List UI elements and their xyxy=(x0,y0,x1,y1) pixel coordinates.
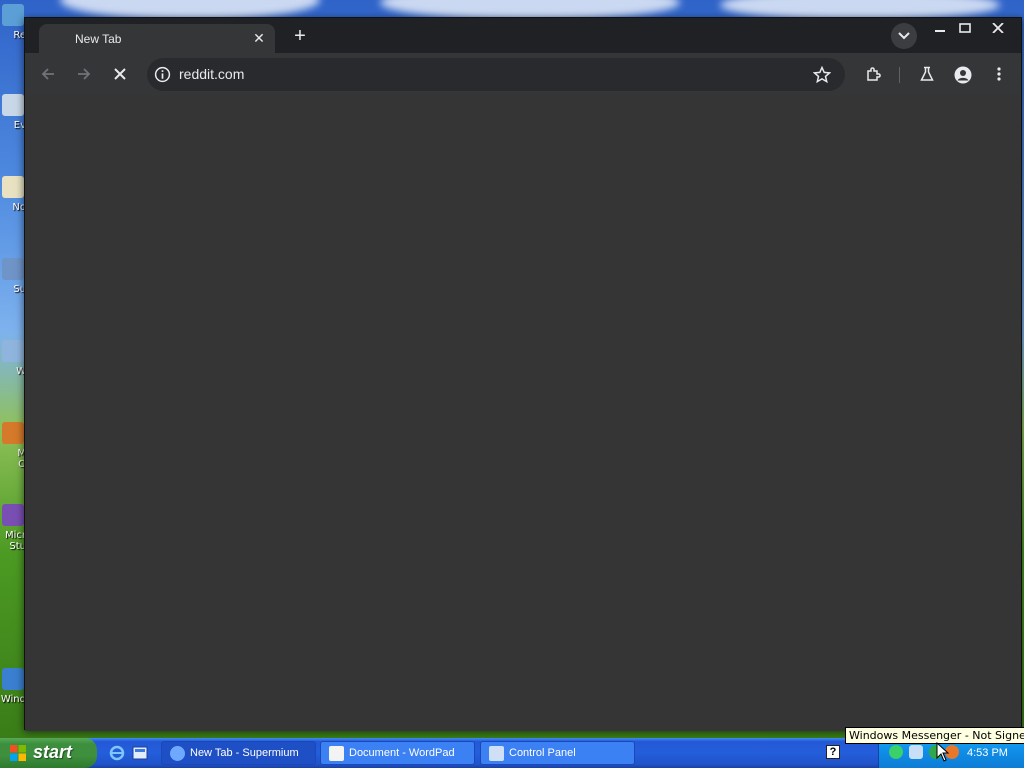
tab-title: New Tab xyxy=(75,32,122,46)
supermium-icon xyxy=(170,746,185,761)
desktop-icon-5[interactable]: W xyxy=(0,340,26,377)
windows-logo-icon xyxy=(10,745,26,761)
stop-icon xyxy=(114,68,126,80)
star-icon[interactable] xyxy=(813,66,831,84)
extensions-icon xyxy=(867,67,881,81)
page-content[interactable] xyxy=(25,95,1021,731)
menu-button[interactable] xyxy=(987,62,1011,86)
start-button[interactable]: start xyxy=(0,738,97,768)
menu-icon xyxy=(997,67,1001,81)
show-desktop-icon[interactable] xyxy=(131,744,149,762)
app-icon xyxy=(2,340,24,362)
address-bar[interactable]: reddit.com xyxy=(147,58,845,91)
close-icon xyxy=(992,22,1004,34)
start-label: start xyxy=(33,742,73,762)
mouse-cursor-icon xyxy=(936,742,950,762)
tray-tooltip: Windows Messenger - Not Signed In xyxy=(845,727,1024,744)
profile-icon xyxy=(954,66,972,84)
back-icon xyxy=(41,68,54,80)
app-icon xyxy=(2,258,24,280)
labs-icon xyxy=(920,66,934,81)
browser-window: New Tab ✕ + reddit.com xyxy=(24,17,1022,731)
app-icon xyxy=(2,422,24,444)
new-tab-button[interactable]: + xyxy=(287,26,313,48)
app-icon xyxy=(2,94,24,116)
desktop-icon-recycle-bin[interactable]: Re xyxy=(0,4,26,41)
notepad-icon xyxy=(2,176,24,198)
stop-button[interactable] xyxy=(108,62,132,86)
address-text[interactable]: reddit.com xyxy=(179,66,244,82)
tab-strip: New Tab ✕ + xyxy=(25,18,1021,53)
tab-search-button[interactable] xyxy=(891,23,917,49)
desktop-icon-4[interactable]: Su xyxy=(0,258,26,295)
tab-new-tab[interactable]: New Tab ✕ xyxy=(39,24,275,53)
desktop-icon-7[interactable]: Micr Stu xyxy=(0,504,26,552)
clock[interactable]: 4:53 PM xyxy=(967,747,1008,759)
desktop-icon-2[interactable]: Ev xyxy=(0,94,26,131)
help-icon[interactable]: ? xyxy=(826,745,840,759)
desktop-icon-3[interactable]: No xyxy=(0,176,26,213)
back-button[interactable] xyxy=(36,62,60,86)
forward-button[interactable] xyxy=(72,62,96,86)
profile-button[interactable] xyxy=(951,62,975,86)
close-button[interactable] xyxy=(983,18,1013,36)
extensions-button[interactable] xyxy=(862,62,886,86)
wordpad-icon xyxy=(329,746,344,761)
maximize-button[interactable] xyxy=(950,18,980,36)
desktop-icon-8[interactable]: Wind xyxy=(0,668,26,705)
internet-explorer-icon[interactable] xyxy=(108,744,126,762)
chevron-down-icon xyxy=(898,32,910,40)
app-icon xyxy=(2,668,24,690)
labs-button[interactable] xyxy=(915,62,939,86)
maximize-icon xyxy=(959,23,971,33)
forward-icon xyxy=(78,68,91,80)
control-panel-icon xyxy=(489,746,504,761)
recycle-bin-icon xyxy=(2,4,24,26)
minimize-icon xyxy=(935,30,945,32)
site-info-icon[interactable] xyxy=(154,66,171,83)
volume-icon[interactable] xyxy=(909,745,923,759)
browser-toolbar: reddit.com xyxy=(25,53,1021,95)
taskbar-item-new-tab-supermium[interactable]: New Tab - Supermium xyxy=(161,741,316,765)
taskbar-item-wordpad[interactable]: Document - WordPad xyxy=(320,741,475,765)
network-icon[interactable] xyxy=(889,745,903,759)
desktop-icon-6[interactable]: M O xyxy=(0,422,26,470)
taskbar-item-control-panel[interactable]: Control Panel xyxy=(480,741,635,765)
toolbar-separator xyxy=(899,67,900,83)
tab-close-icon[interactable]: ✕ xyxy=(249,28,269,48)
app-icon xyxy=(2,504,24,526)
